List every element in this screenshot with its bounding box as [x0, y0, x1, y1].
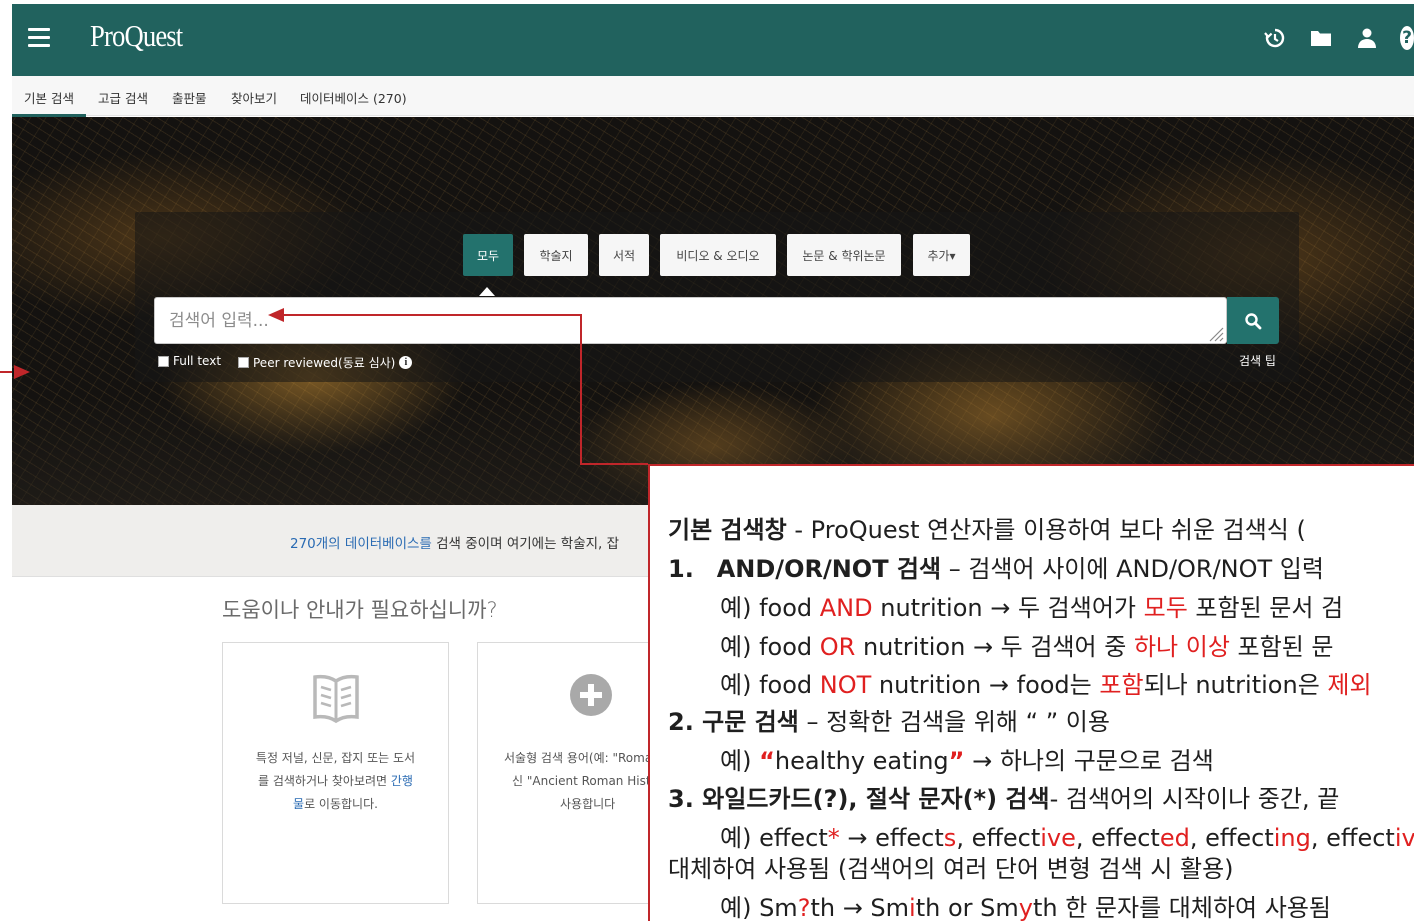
full-text-checkbox[interactable]: Full text — [158, 354, 221, 368]
history-icon[interactable] — [1262, 25, 1288, 51]
book-icon — [312, 674, 359, 724]
checkbox-box[interactable] — [158, 355, 169, 367]
proquest-logo[interactable]: ProQuest — [90, 18, 183, 54]
peer-reviewed-checkbox[interactable]: Peer reviewed(동료 심사) i — [238, 354, 413, 371]
tab-databases[interactable]: 데이터베이스 (270) — [300, 88, 407, 107]
overlay-item-2: 2. 구문 검색 – 정확한 검색을 위해 “ ” 이용 — [668, 708, 1110, 736]
user-icon[interactable] — [1354, 25, 1380, 51]
search-tips-link[interactable]: 검색 팁 — [1239, 352, 1276, 369]
help-title: 도움이나 안내가 필요하십니까? — [222, 598, 498, 622]
source-tab-books[interactable]: 서적 — [599, 234, 649, 276]
overlay-item-3: 3. 와일드카드(?), 절삭 문자(*) 검색- 검색어의 시작이나 중간, … — [668, 785, 1340, 813]
tab-advanced-search[interactable]: 고급 검색 — [98, 88, 148, 107]
hamburger-icon[interactable] — [28, 28, 50, 48]
source-tab-all[interactable]: 모두 — [463, 234, 513, 276]
checkbox-box[interactable] — [238, 357, 249, 368]
overlay-example-and: 예) food AND nutrition → 두 검색어가 모두 포함된 문서… — [720, 594, 1344, 622]
info-icon[interactable]: i — [399, 356, 413, 369]
search-input[interactable] — [154, 297, 1227, 344]
search-icon — [1245, 312, 1262, 329]
folder-icon[interactable] — [1308, 25, 1334, 51]
tab-browse[interactable]: 찾아보기 — [231, 88, 277, 107]
active-tab-caret — [479, 287, 495, 296]
source-tab-journals[interactable]: 학술지 — [524, 234, 588, 276]
overlay-title: 기본 검색창 - ProQuest 연산자를 이용하여 보다 쉬운 검색식 ( — [668, 516, 1306, 544]
overlay-example-or: 예) food OR nutrition → 두 검색어 중 하나 이상 포함된… — [720, 633, 1334, 661]
source-tab-dissertations[interactable]: 논문 & 학위논문 — [787, 234, 901, 276]
search-button[interactable] — [1227, 297, 1279, 344]
resize-grip-icon[interactable] — [1206, 324, 1224, 342]
tab-basic-search[interactable]: 기본 검색 — [12, 88, 86, 117]
source-tab-more[interactable]: 추가▾ — [913, 234, 970, 276]
overlay-example-not: 예) food NOT nutrition → food는 포함되나 nutri… — [720, 671, 1372, 699]
main-nav: 기본 검색 고급 검색 출판물 찾아보기 데이터베이스 (270) — [12, 76, 1414, 117]
help-icon[interactable]: ? — [1400, 25, 1414, 51]
overlay-item-1: 1. AND/OR/NOT 검색 – 검색어 사이에 AND/OR/NOT 입력 — [668, 555, 1324, 583]
help-card-publications[interactable]: 특정 저널, 신문, 잡지 또는 도서 를 검색하거나 찾아보려면 간행 물로 … — [222, 642, 449, 904]
overlay-truncation-note: 대체하여 사용됨 (검색어의 여러 단어 변형 검색 시 활용) — [668, 855, 1234, 883]
screen: ProQuest ? 기본 검색 고급 검색 출판물 찾아보기 데이터베이스 (… — [0, 0, 1414, 921]
top-icons: ? — [1262, 24, 1414, 52]
explanation-overlay: 기본 검색창 - ProQuest 연산자를 이용하여 보다 쉬운 검색식 ( … — [648, 464, 1414, 921]
database-info-text: 270개의 데이터베이스를 검색 중이며 여기에는 학술지, 잡 — [290, 536, 620, 552]
source-tab-video-audio[interactable]: 비디오 & 오디오 — [660, 234, 776, 276]
publications-link[interactable]: 물 — [293, 797, 304, 811]
databases-link[interactable]: 270개의 데이터베이스를 — [290, 536, 432, 552]
overlay-example-truncation: 예) effect* → effects, effective, effecte… — [720, 824, 1414, 852]
plus-circle-icon — [569, 674, 612, 716]
publications-link[interactable]: 간행 — [391, 774, 413, 788]
overlay-example-wildcard: 예) Sm?th → Smith or Smyth 한 문자를 대체하여 사용됨 — [720, 894, 1331, 921]
tab-publications[interactable]: 출판물 — [172, 88, 207, 107]
overlay-example-phrase: 예) “healthy eating” → 하나의 구문으로 검색 — [720, 747, 1214, 775]
top-bar: ProQuest ? — [12, 4, 1414, 76]
